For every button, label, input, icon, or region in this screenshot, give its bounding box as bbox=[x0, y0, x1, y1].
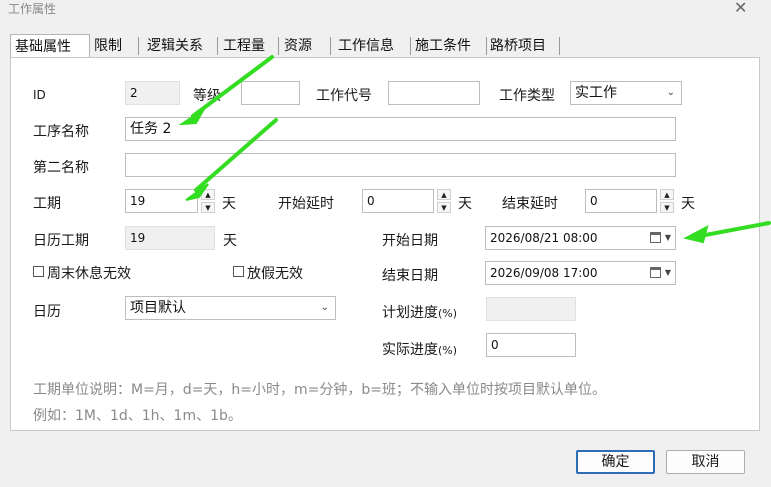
annotation-arrows bbox=[178, 55, 771, 244]
annotation-arrow bbox=[178, 55, 771, 244]
arrow-to-task-name bbox=[191, 55, 274, 118]
arrow-to-start-date bbox=[698, 221, 771, 238]
arrow-head bbox=[683, 225, 709, 244]
arrow-head bbox=[178, 108, 205, 126]
arrow-head bbox=[185, 183, 209, 201]
arrow-to-duration bbox=[194, 118, 278, 192]
